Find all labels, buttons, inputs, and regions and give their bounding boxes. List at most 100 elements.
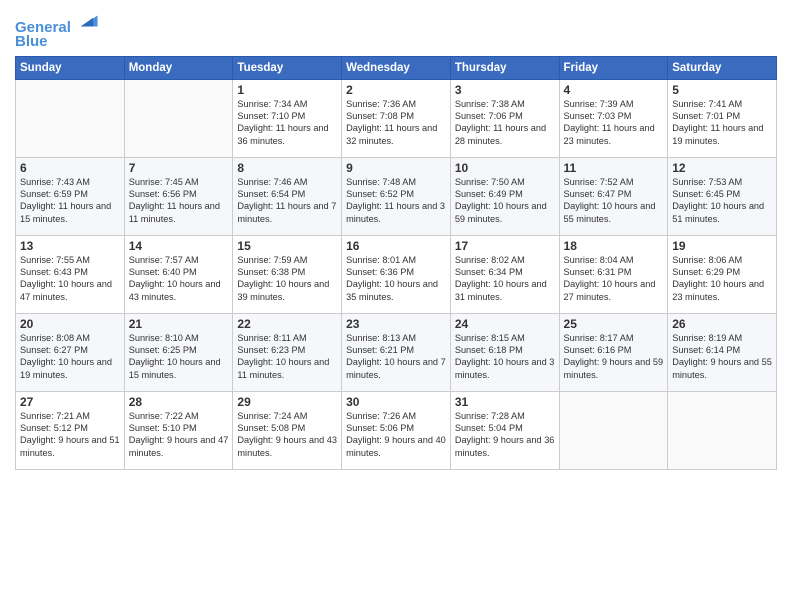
calendar-cell: 27Sunrise: 7:21 AM Sunset: 5:12 PM Dayli… <box>16 391 125 469</box>
calendar-cell: 22Sunrise: 8:11 AM Sunset: 6:23 PM Dayli… <box>233 313 342 391</box>
calendar-cell: 9Sunrise: 7:48 AM Sunset: 6:52 PM Daylig… <box>342 157 451 235</box>
calendar-cell <box>559 391 668 469</box>
cell-content: Sunrise: 8:10 AM Sunset: 6:25 PM Dayligh… <box>129 332 229 382</box>
cell-content: Sunrise: 8:02 AM Sunset: 6:34 PM Dayligh… <box>455 254 555 304</box>
day-number: 19 <box>672 239 772 253</box>
cell-content: Sunrise: 8:06 AM Sunset: 6:29 PM Dayligh… <box>672 254 772 304</box>
calendar-cell: 16Sunrise: 8:01 AM Sunset: 6:36 PM Dayli… <box>342 235 451 313</box>
day-header-saturday: Saturday <box>668 56 777 79</box>
calendar-cell: 29Sunrise: 7:24 AM Sunset: 5:08 PM Dayli… <box>233 391 342 469</box>
calendar-cell: 3Sunrise: 7:38 AM Sunset: 7:06 PM Daylig… <box>450 79 559 157</box>
calendar-cell: 31Sunrise: 7:28 AM Sunset: 5:04 PM Dayli… <box>450 391 559 469</box>
day-header-monday: Monday <box>124 56 233 79</box>
calendar-cell: 25Sunrise: 8:17 AM Sunset: 6:16 PM Dayli… <box>559 313 668 391</box>
day-number: 15 <box>237 239 337 253</box>
cell-content: Sunrise: 7:39 AM Sunset: 7:03 PM Dayligh… <box>564 98 664 148</box>
cell-content: Sunrise: 7:45 AM Sunset: 6:56 PM Dayligh… <box>129 176 229 226</box>
calendar-cell: 10Sunrise: 7:50 AM Sunset: 6:49 PM Dayli… <box>450 157 559 235</box>
day-number: 14 <box>129 239 229 253</box>
cell-content: Sunrise: 7:28 AM Sunset: 5:04 PM Dayligh… <box>455 410 555 460</box>
calendar-cell: 20Sunrise: 8:08 AM Sunset: 6:27 PM Dayli… <box>16 313 125 391</box>
calendar-cell: 17Sunrise: 8:02 AM Sunset: 6:34 PM Dayli… <box>450 235 559 313</box>
calendar-cell: 15Sunrise: 7:59 AM Sunset: 6:38 PM Dayli… <box>233 235 342 313</box>
calendar-cell: 11Sunrise: 7:52 AM Sunset: 6:47 PM Dayli… <box>559 157 668 235</box>
logo: General Blue <box>15 10 99 50</box>
day-number: 7 <box>129 161 229 175</box>
logo-icon <box>77 10 99 32</box>
day-number: 16 <box>346 239 446 253</box>
day-number: 24 <box>455 317 555 331</box>
cell-content: Sunrise: 8:04 AM Sunset: 6:31 PM Dayligh… <box>564 254 664 304</box>
calendar-cell <box>668 391 777 469</box>
cell-content: Sunrise: 7:57 AM Sunset: 6:40 PM Dayligh… <box>129 254 229 304</box>
calendar-cell: 6Sunrise: 7:43 AM Sunset: 6:59 PM Daylig… <box>16 157 125 235</box>
cell-content: Sunrise: 7:52 AM Sunset: 6:47 PM Dayligh… <box>564 176 664 226</box>
day-number: 4 <box>564 83 664 97</box>
cell-content: Sunrise: 8:15 AM Sunset: 6:18 PM Dayligh… <box>455 332 555 382</box>
day-number: 29 <box>237 395 337 409</box>
day-number: 1 <box>237 83 337 97</box>
calendar-cell: 8Sunrise: 7:46 AM Sunset: 6:54 PM Daylig… <box>233 157 342 235</box>
day-number: 21 <box>129 317 229 331</box>
day-number: 30 <box>346 395 446 409</box>
calendar-cell: 13Sunrise: 7:55 AM Sunset: 6:43 PM Dayli… <box>16 235 125 313</box>
day-header-thursday: Thursday <box>450 56 559 79</box>
calendar-cell: 21Sunrise: 8:10 AM Sunset: 6:25 PM Dayli… <box>124 313 233 391</box>
calendar-cell: 5Sunrise: 7:41 AM Sunset: 7:01 PM Daylig… <box>668 79 777 157</box>
calendar-cell: 4Sunrise: 7:39 AM Sunset: 7:03 PM Daylig… <box>559 79 668 157</box>
calendar-cell: 30Sunrise: 7:26 AM Sunset: 5:06 PM Dayli… <box>342 391 451 469</box>
day-number: 25 <box>564 317 664 331</box>
day-number: 6 <box>20 161 120 175</box>
cell-content: Sunrise: 8:13 AM Sunset: 6:21 PM Dayligh… <box>346 332 446 382</box>
calendar-cell: 2Sunrise: 7:36 AM Sunset: 7:08 PM Daylig… <box>342 79 451 157</box>
calendar-cell <box>16 79 125 157</box>
cell-content: Sunrise: 8:17 AM Sunset: 6:16 PM Dayligh… <box>564 332 664 382</box>
day-number: 17 <box>455 239 555 253</box>
cell-content: Sunrise: 7:34 AM Sunset: 7:10 PM Dayligh… <box>237 98 337 148</box>
day-number: 12 <box>672 161 772 175</box>
calendar-cell <box>124 79 233 157</box>
calendar-cell: 12Sunrise: 7:53 AM Sunset: 6:45 PM Dayli… <box>668 157 777 235</box>
day-header-friday: Friday <box>559 56 668 79</box>
day-header-tuesday: Tuesday <box>233 56 342 79</box>
cell-content: Sunrise: 7:41 AM Sunset: 7:01 PM Dayligh… <box>672 98 772 148</box>
day-number: 2 <box>346 83 446 97</box>
day-number: 27 <box>20 395 120 409</box>
cell-content: Sunrise: 7:48 AM Sunset: 6:52 PM Dayligh… <box>346 176 446 226</box>
day-number: 22 <box>237 317 337 331</box>
calendar-cell: 18Sunrise: 8:04 AM Sunset: 6:31 PM Dayli… <box>559 235 668 313</box>
day-header-sunday: Sunday <box>16 56 125 79</box>
day-number: 5 <box>672 83 772 97</box>
calendar-cell: 7Sunrise: 7:45 AM Sunset: 6:56 PM Daylig… <box>124 157 233 235</box>
day-header-wednesday: Wednesday <box>342 56 451 79</box>
day-number: 18 <box>564 239 664 253</box>
cell-content: Sunrise: 8:01 AM Sunset: 6:36 PM Dayligh… <box>346 254 446 304</box>
day-number: 3 <box>455 83 555 97</box>
page-header: General Blue <box>15 10 777 50</box>
cell-content: Sunrise: 7:50 AM Sunset: 6:49 PM Dayligh… <box>455 176 555 226</box>
cell-content: Sunrise: 7:53 AM Sunset: 6:45 PM Dayligh… <box>672 176 772 226</box>
day-number: 20 <box>20 317 120 331</box>
day-number: 26 <box>672 317 772 331</box>
cell-content: Sunrise: 8:19 AM Sunset: 6:14 PM Dayligh… <box>672 332 772 382</box>
calendar-cell: 26Sunrise: 8:19 AM Sunset: 6:14 PM Dayli… <box>668 313 777 391</box>
day-number: 31 <box>455 395 555 409</box>
calendar-table: SundayMondayTuesdayWednesdayThursdayFrid… <box>15 56 777 470</box>
cell-content: Sunrise: 7:22 AM Sunset: 5:10 PM Dayligh… <box>129 410 229 460</box>
cell-content: Sunrise: 7:24 AM Sunset: 5:08 PM Dayligh… <box>237 410 337 460</box>
calendar-cell: 23Sunrise: 8:13 AM Sunset: 6:21 PM Dayli… <box>342 313 451 391</box>
cell-content: Sunrise: 7:36 AM Sunset: 7:08 PM Dayligh… <box>346 98 446 148</box>
day-number: 13 <box>20 239 120 253</box>
cell-content: Sunrise: 7:21 AM Sunset: 5:12 PM Dayligh… <box>20 410 120 460</box>
cell-content: Sunrise: 8:11 AM Sunset: 6:23 PM Dayligh… <box>237 332 337 382</box>
day-number: 11 <box>564 161 664 175</box>
calendar-cell: 28Sunrise: 7:22 AM Sunset: 5:10 PM Dayli… <box>124 391 233 469</box>
cell-content: Sunrise: 7:59 AM Sunset: 6:38 PM Dayligh… <box>237 254 337 304</box>
cell-content: Sunrise: 7:55 AM Sunset: 6:43 PM Dayligh… <box>20 254 120 304</box>
cell-content: Sunrise: 7:38 AM Sunset: 7:06 PM Dayligh… <box>455 98 555 148</box>
cell-content: Sunrise: 7:46 AM Sunset: 6:54 PM Dayligh… <box>237 176 337 226</box>
calendar-cell: 24Sunrise: 8:15 AM Sunset: 6:18 PM Dayli… <box>450 313 559 391</box>
cell-content: Sunrise: 7:43 AM Sunset: 6:59 PM Dayligh… <box>20 176 120 226</box>
calendar-cell: 19Sunrise: 8:06 AM Sunset: 6:29 PM Dayli… <box>668 235 777 313</box>
calendar-cell: 14Sunrise: 7:57 AM Sunset: 6:40 PM Dayli… <box>124 235 233 313</box>
